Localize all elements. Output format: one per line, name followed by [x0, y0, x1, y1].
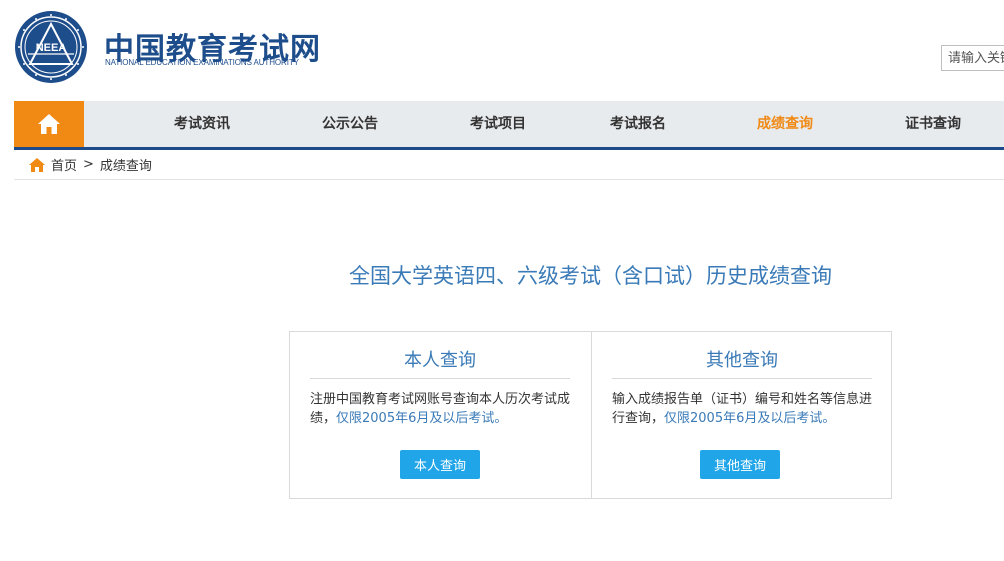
- neea-emblem-icon: NEEA: [15, 11, 87, 83]
- breadcrumb-home-icon: [29, 157, 45, 172]
- nav-item-certificate-query[interactable]: 证书查询: [905, 101, 961, 147]
- other-query-limit-note: 仅限2005年6月及以后考试。: [664, 411, 836, 426]
- breadcrumb-home-link[interactable]: 首页: [51, 155, 77, 174]
- self-query-button[interactable]: 本人查询: [400, 450, 480, 479]
- main-nav: 考试资讯 公示公告 考试项目 考试报名 成绩查询 证书查询: [14, 101, 1004, 150]
- self-query-description: 注册中国教育考试网账号查询本人历次考试成绩，仅限2005年6月及以后考试。: [310, 390, 580, 428]
- page-title: 全国大学英语四、六级考试（含口试）历史成绩查询: [349, 264, 832, 288]
- nav-home-button[interactable]: [14, 101, 84, 147]
- self-query-title: 本人查询: [310, 347, 570, 379]
- self-query-limit-note: 仅限2005年6月及以后考试。: [336, 411, 508, 426]
- other-query-description: 输入成绩报告单（证书）编号和姓名等信息进行查询，仅限2005年6月及以后考试。: [612, 390, 882, 428]
- query-panel: 本人查询 注册中国教育考试网账号查询本人历次考试成绩，仅限2005年6月及以后考…: [289, 331, 892, 499]
- breadcrumb-separator: >: [83, 157, 94, 172]
- self-query-card: 本人查询 注册中国教育考试网账号查询本人历次考试成绩，仅限2005年6月及以后考…: [290, 332, 591, 498]
- breadcrumb: 首页 > 成绩查询: [14, 150, 1004, 180]
- other-query-card: 其他查询 输入成绩报告单（证书）编号和姓名等信息进行查询，仅限2005年6月及以…: [592, 332, 893, 498]
- logo-text: NEEA: [36, 42, 67, 54]
- nav-item-announcements[interactable]: 公示公告: [322, 101, 378, 147]
- nav-item-exam-projects[interactable]: 考试项目: [470, 101, 526, 147]
- nav-item-score-query[interactable]: 成绩查询: [757, 101, 813, 147]
- site-subtitle: NATIONAL EDUCATION EXAMINATIONS AUTHORIT…: [105, 58, 299, 67]
- other-query-title: 其他查询: [612, 347, 872, 379]
- other-query-button[interactable]: 其他查询: [700, 450, 780, 479]
- nav-item-registration[interactable]: 考试报名: [610, 101, 666, 147]
- breadcrumb-current: 成绩查询: [99, 159, 152, 174]
- site-logo[interactable]: NEEA 中国教育考试网 NATIONAL EDUCATION EXAMINAT…: [14, 10, 320, 86]
- nav-item-exam-news[interactable]: 考试资讯: [174, 101, 230, 147]
- search-input[interactable]: [941, 45, 1004, 71]
- home-icon: [38, 114, 60, 134]
